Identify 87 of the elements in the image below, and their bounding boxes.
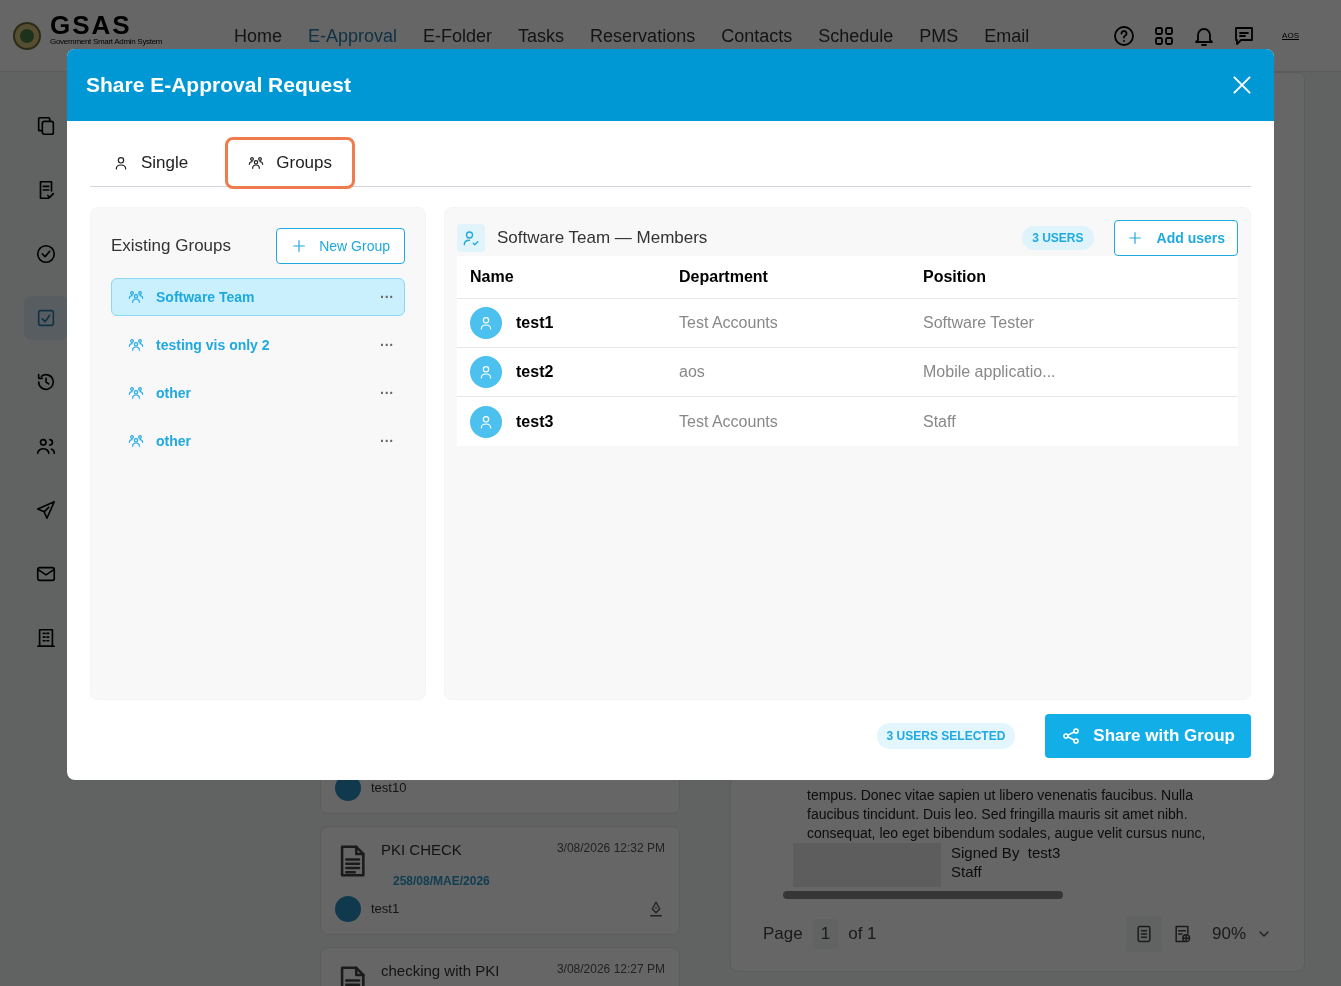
- add-users-button[interactable]: Add users: [1113, 220, 1238, 256]
- copy-icon: [35, 115, 57, 137]
- member-department: Test Accounts: [679, 313, 779, 333]
- request-card[interactable]: PKI CHECK 3/08/2026 12:32 PM 258/08/MAE/2026 test1: [320, 826, 680, 935]
- group-icon: [248, 154, 265, 171]
- nav-link[interactable]: Email: [984, 23, 1030, 50]
- dialog-tab[interactable]: Single: [90, 136, 212, 189]
- nav-link[interactable]: Tasks: [518, 23, 565, 50]
- nav-link[interactable]: Home: [234, 23, 282, 50]
- building-icon: [35, 627, 57, 649]
- column-header: Name: [470, 267, 515, 287]
- group-menu-button[interactable]: ···: [380, 286, 394, 308]
- user-name: test1: [371, 899, 400, 918]
- group-item[interactable]: other ···: [111, 422, 405, 460]
- dialog-title: Share E-Approval Request: [86, 72, 351, 99]
- request-title: PKI CHECK: [381, 840, 462, 860]
- column-header: Department: [679, 267, 769, 287]
- member-department: Test Accounts: [679, 411, 779, 432]
- column-header: Position: [923, 267, 988, 287]
- request-date: 3/08/2026 12:32 PM: [556, 840, 665, 857]
- groups-heading: Existing Groups: [111, 235, 231, 258]
- member-name: test2: [516, 362, 554, 382]
- request-date: 3/08/2026 12:27 PM: [556, 960, 665, 978]
- logo-title: GSAS: [50, 12, 132, 37]
- reference-number: 258/08/MAE/2026: [393, 872, 491, 890]
- person-icon: [478, 315, 494, 331]
- signer-position: Staff: [951, 862, 983, 881]
- member-name: test3: [516, 411, 554, 432]
- send-icon: [35, 499, 57, 521]
- document-text-line: faucibus tincidunt. Duis leo. Sed fringilla mauris sit amet nibh.: [807, 805, 1189, 824]
- share-icon: [1061, 726, 1082, 746]
- group-icon: [128, 433, 144, 449]
- nav-link[interactable]: E-Folder: [423, 23, 493, 50]
- page-label: Page: [763, 923, 803, 946]
- logo-subtitle: Government Smart Admin System: [50, 36, 163, 47]
- new-group-button[interactable]: New Group: [276, 228, 405, 264]
- nav-link[interactable]: Schedule: [818, 23, 894, 50]
- request-title: checking with PKI: [381, 960, 500, 981]
- group-menu-button[interactable]: ···: [380, 430, 394, 452]
- group-icon: [128, 337, 144, 353]
- user-name: test10: [371, 779, 407, 798]
- group-icon: [128, 385, 144, 401]
- group-name: Software Team: [156, 287, 256, 307]
- group-menu-button[interactable]: ···: [380, 334, 394, 356]
- nav-link[interactable]: PMS: [919, 23, 959, 50]
- member-name: test1: [516, 313, 554, 333]
- member-position: Mobile applicatio...: [923, 362, 1057, 382]
- member-position: Staff: [923, 411, 957, 432]
- nav-link[interactable]: Contacts: [721, 23, 793, 50]
- sidebar-button[interactable]: [24, 296, 68, 340]
- group-icon: [128, 289, 144, 305]
- page-count: of 1: [848, 923, 877, 946]
- member-department: aos: [679, 362, 706, 382]
- pen-icon: [647, 899, 665, 918]
- zoom-level[interactable]: 90%: [1211, 921, 1246, 947]
- user-check-icon: [462, 229, 480, 247]
- document-text-line: consequat, leo eget bibendum sodales, augue velit cursus nunc,: [807, 824, 1207, 843]
- page-number-field[interactable]: 1: [812, 919, 839, 949]
- group-item[interactable]: Software Team ···: [111, 278, 405, 316]
- check-icon: [35, 243, 57, 265]
- signed-by-text: Signed By test3: [951, 843, 1061, 862]
- dialog-tab[interactable]: Groups: [225, 136, 355, 189]
- group-name: other: [156, 383, 192, 403]
- selected-count-badge: 3 USERS SELECTED: [876, 723, 1016, 749]
- nav-link[interactable]: Reservations: [590, 23, 696, 50]
- member-position: Software Tester: [923, 313, 1035, 333]
- group-name: testing vis only 2: [156, 335, 271, 355]
- plus-icon: [1126, 230, 1143, 246]
- emblem-icon: [12, 20, 42, 51]
- group-menu-button[interactable]: ···: [380, 382, 394, 404]
- request-card[interactable]: checking with PKI 3/08/2026 12:27 PM: [320, 946, 680, 986]
- nav-link[interactable]: E-Approval: [308, 23, 398, 50]
- help-icon: [1112, 23, 1137, 48]
- group-name: other: [156, 431, 192, 451]
- person-icon: [478, 364, 494, 380]
- members-title: Software Team — Members: [497, 227, 708, 250]
- person-icon: [478, 413, 494, 430]
- plus-icon: [291, 238, 308, 254]
- document-text-line: tempus. Donec vitae sapien ut libero venenatis faucibus. Nulla: [807, 786, 1194, 805]
- users-count-badge: 3 USERS: [1022, 226, 1094, 250]
- user-avatar: [335, 895, 361, 922]
- group-item[interactable]: testing vis only 2 ···: [111, 326, 405, 364]
- share-with-group-button[interactable]: Share with Group: [1045, 714, 1251, 758]
- group-item[interactable]: other ···: [111, 374, 405, 412]
- person-icon: [113, 154, 129, 171]
- account-label[interactable]: AOS: [1282, 29, 1299, 42]
- history-icon: [35, 371, 57, 393]
